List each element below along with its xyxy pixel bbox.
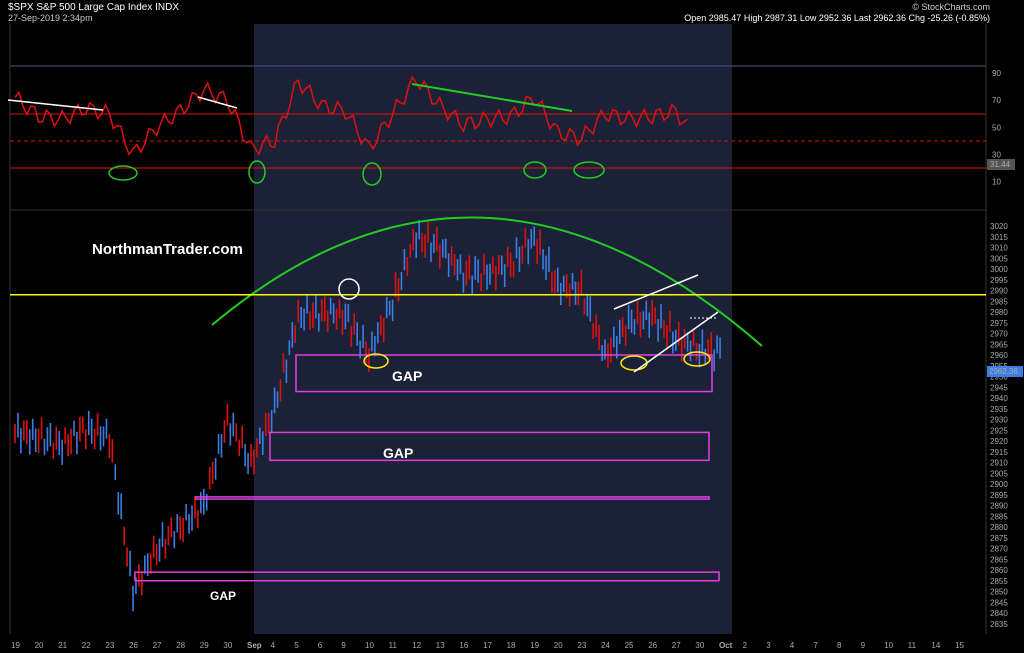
price-tick-label: 2980 — [990, 308, 1008, 317]
price-tick-label: 2880 — [990, 523, 1008, 532]
price-tick-label: 2995 — [990, 276, 1008, 285]
date-tick-label: 3 — [766, 641, 771, 650]
date-tick-label: 7 — [813, 641, 818, 650]
price-tick-label: 2865 — [990, 555, 1008, 564]
price-tick-label: 2845 — [990, 598, 1008, 607]
date-tick-label: 5 — [294, 641, 299, 650]
date-tick-label: 20 — [35, 641, 44, 650]
date-tick-label: 2 — [743, 641, 748, 650]
date-tick-label: 23 — [577, 641, 586, 650]
price-tick-label: 3020 — [990, 222, 1008, 231]
price-tick-label: 2970 — [990, 330, 1008, 339]
date-tick-label: 13 — [436, 641, 445, 650]
date-tick-label: Sep — [247, 641, 262, 650]
price-tick-label: 2920 — [990, 437, 1008, 446]
date-tick-label: 27 — [153, 641, 162, 650]
price-tick-label: 2915 — [990, 448, 1008, 457]
price-tick-label: 2875 — [990, 534, 1008, 543]
gap-label: GAP — [210, 589, 236, 603]
rsi-tick-label: 30 — [992, 150, 1001, 159]
price-tick-label: 2925 — [990, 426, 1008, 435]
date-tick-label: 9 — [341, 641, 346, 650]
date-tick-label: 11 — [389, 641, 398, 650]
rsi-tick-label: 70 — [992, 96, 1001, 105]
date-tick-label: 24 — [601, 641, 610, 650]
date-tick-label: 20 — [554, 641, 563, 650]
gap-label: GAP — [383, 445, 413, 461]
date-tick-label: 12 — [412, 641, 421, 650]
price-tick-label: 2860 — [990, 566, 1008, 575]
price-tick-label: 2930 — [990, 416, 1008, 425]
date-tick-label: 10 — [884, 641, 893, 650]
price-tick-label: 2870 — [990, 545, 1008, 554]
date-tick-label: 10 — [365, 641, 374, 650]
date-tick-label: 30 — [223, 641, 232, 650]
price-tick-label: 2935 — [990, 405, 1008, 414]
price-tick-label: 2835 — [990, 620, 1008, 629]
price-tick-label: 2890 — [990, 502, 1008, 511]
price-tick-label: 2940 — [990, 394, 1008, 403]
price-tick-label: 2985 — [990, 297, 1008, 306]
shaded-region — [254, 24, 732, 634]
date-tick-label: 26 — [129, 641, 138, 650]
date-tick-label: 4 — [271, 641, 276, 650]
brand-watermark: NorthmanTrader.com — [92, 241, 243, 258]
date-tick-label: 23 — [105, 641, 114, 650]
price-tick-label: 3015 — [990, 233, 1008, 242]
last-price-label: 2962.36 — [989, 367, 1018, 376]
price-tick-label: 3010 — [990, 244, 1008, 253]
price-tick-label: 2905 — [990, 469, 1008, 478]
date-tick-label: 11 — [908, 641, 917, 650]
rsi-tick-label: 50 — [992, 123, 1001, 132]
price-tick-label: 2850 — [990, 588, 1008, 597]
price-tick-label: 2895 — [990, 491, 1008, 500]
date-tick-label: 18 — [507, 641, 516, 650]
date-tick-label: 26 — [648, 641, 657, 650]
price-tick-label: 2910 — [990, 459, 1008, 468]
price-tick-label: 2975 — [990, 319, 1008, 328]
price-tick-label: 2900 — [990, 480, 1008, 489]
rsi-tick-label: 90 — [992, 69, 1001, 78]
price-tick-label: 2960 — [990, 351, 1008, 360]
price-tick-label: 2855 — [990, 577, 1008, 586]
date-tick-label: 19 — [530, 641, 539, 650]
date-tick-label: 27 — [672, 641, 681, 650]
date-tick-label: 16 — [459, 641, 468, 650]
date-tick-label: 9 — [861, 641, 866, 650]
date-tick-label: 8 — [837, 641, 842, 650]
date-tick-label: 22 — [82, 641, 91, 650]
date-tick-label: 14 — [931, 641, 940, 650]
date-tick-label: 29 — [200, 641, 209, 650]
date-tick-label: 15 — [955, 641, 964, 650]
date-tick-label: 4 — [790, 641, 795, 650]
price-tick-label: 2885 — [990, 512, 1008, 521]
price-tick-label: 2965 — [990, 340, 1008, 349]
date-tick-label: 30 — [695, 641, 704, 650]
date-tick-label: 28 — [176, 641, 185, 650]
price-chart: 1030507090 31.44 30203015301030053000299… — [7, 24, 1023, 650]
date-tick-label: 17 — [483, 641, 492, 650]
price-tick-label: 2990 — [990, 287, 1008, 296]
price-tick-label: 2840 — [990, 609, 1008, 618]
price-axis: 3020301530103005300029952990298529802975… — [990, 222, 1008, 629]
gap-label: GAP — [392, 368, 422, 384]
date-axis: 19 20 21 22 23 26 27 28 29 30 Sep 4 5 6 9 10 11 12 13 16 17 1… — [11, 641, 964, 650]
rsi-tick-label: 10 — [992, 177, 1001, 186]
price-tick-label: 2945 — [990, 383, 1008, 392]
date-tick-label: 19 — [11, 641, 20, 650]
date-tick-label: 6 — [318, 641, 323, 650]
date-tick-label: 25 — [625, 641, 634, 650]
price-tick-label: 3000 — [990, 265, 1008, 274]
date-tick-label: 21 — [58, 641, 67, 650]
rsi-last-label: 31.44 — [990, 160, 1011, 169]
date-tick-label: Oct — [719, 641, 733, 650]
price-tick-label: 3005 — [990, 254, 1008, 263]
